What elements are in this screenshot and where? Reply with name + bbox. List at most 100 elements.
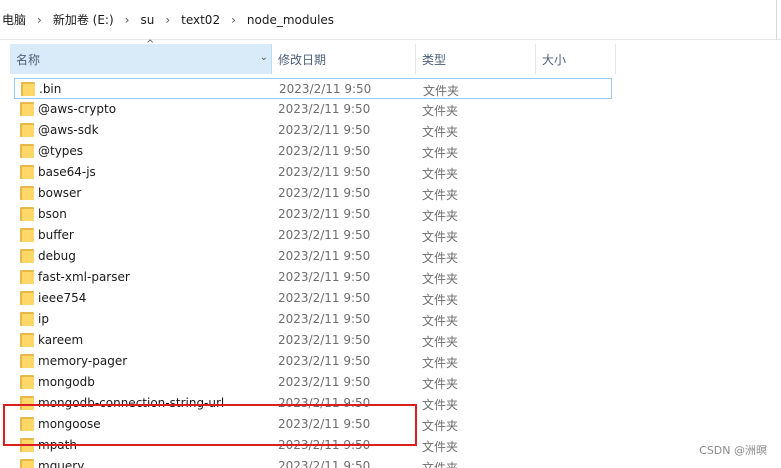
table-row[interactable]: debug 2023/2/11 9:50 文件夹 bbox=[14, 246, 612, 267]
file-type: 文件夹 bbox=[422, 125, 459, 139]
file-type: 文件夹 bbox=[422, 230, 459, 244]
file-name: debug bbox=[38, 249, 76, 263]
folder-icon bbox=[20, 354, 34, 368]
breadcrumb-item[interactable]: 电脑 bbox=[0, 11, 28, 28]
table-row[interactable]: ip 2023/2/11 9:50 文件夹 bbox=[14, 309, 612, 330]
file-modified-date: 2023/2/11 9:50 bbox=[278, 144, 371, 158]
annotation-highlight-box bbox=[3, 404, 417, 446]
folder-icon bbox=[20, 102, 34, 116]
column-header-size-label: 大小 bbox=[542, 52, 567, 67]
table-row[interactable]: mquery 2023/2/11 9:50 文件夹 bbox=[14, 456, 612, 468]
file-name: @aws-sdk bbox=[38, 123, 99, 137]
watermark: CSDN @洲暝 bbox=[699, 444, 767, 457]
file-modified-date: 2023/2/11 9:50 bbox=[278, 102, 371, 116]
file-type: 文件夹 bbox=[422, 419, 459, 433]
folder-icon bbox=[20, 123, 34, 137]
address-bar[interactable]: 电脑 › 新加卷 (E:) › su › text02 › node_modules bbox=[0, 0, 781, 40]
file-name: base64-js bbox=[38, 165, 96, 179]
file-type: 文件夹 bbox=[422, 461, 459, 468]
folder-icon bbox=[20, 459, 34, 468]
file-modified-date: 2023/2/11 9:50 bbox=[278, 249, 371, 263]
file-type: 文件夹 bbox=[422, 440, 459, 454]
file-modified-date: 2023/2/11 9:50 bbox=[278, 333, 371, 347]
file-type: 文件夹 bbox=[422, 251, 459, 265]
table-row[interactable]: base64-js 2023/2/11 9:50 文件夹 bbox=[14, 162, 612, 183]
file-explorer-window: 电脑 › 新加卷 (E:) › su › text02 › node_modules ^ 名称 … bbox=[0, 0, 781, 468]
file-type: 文件夹 bbox=[422, 104, 459, 118]
table-row[interactable]: bson 2023/2/11 9:50 文件夹 bbox=[14, 204, 612, 225]
column-header-type[interactable]: 类型 bbox=[416, 44, 536, 74]
folder-icon bbox=[20, 249, 34, 263]
file-modified-date: 2023/2/11 9:50 bbox=[278, 291, 371, 305]
folder-icon bbox=[20, 228, 34, 242]
column-header-date-label: 修改日期 bbox=[278, 52, 327, 67]
file-name: .bin bbox=[39, 82, 62, 96]
file-name: @aws-crypto bbox=[38, 102, 117, 116]
file-type: 文件夹 bbox=[422, 272, 459, 286]
file-modified-date: 2023/2/11 9:50 bbox=[278, 354, 371, 368]
file-name: memory-pager bbox=[38, 354, 128, 368]
table-row[interactable]: kareem 2023/2/11 9:50 文件夹 bbox=[14, 330, 612, 351]
file-type: 文件夹 bbox=[422, 398, 459, 412]
breadcrumb-separator-icon[interactable]: › bbox=[222, 13, 245, 27]
file-type: 文件夹 bbox=[423, 84, 460, 98]
table-row[interactable]: buffer 2023/2/11 9:50 文件夹 bbox=[14, 225, 612, 246]
file-modified-date: 2023/2/11 9:50 bbox=[278, 375, 371, 389]
chevron-down-icon[interactable]: ⌄ bbox=[260, 52, 268, 63]
file-type: 文件夹 bbox=[422, 356, 459, 370]
table-row[interactable]: @aws-sdk 2023/2/11 9:50 文件夹 bbox=[14, 120, 612, 141]
file-modified-date: 2023/2/11 9:50 bbox=[278, 186, 371, 200]
folder-icon bbox=[20, 333, 34, 347]
file-name: kareem bbox=[38, 333, 84, 347]
table-row[interactable]: .bin 2023/2/11 9:50 文件夹 bbox=[14, 78, 612, 99]
column-header-row: ^ 名称 ⌄ 修改日期 类型 大小 bbox=[0, 39, 781, 74]
table-row[interactable]: mongodb 2023/2/11 9:50 文件夹 bbox=[14, 372, 612, 393]
table-row[interactable]: bowser 2023/2/11 9:50 文件夹 bbox=[14, 183, 612, 204]
file-name: mongodb bbox=[38, 375, 95, 389]
file-type: 文件夹 bbox=[422, 314, 459, 328]
column-header-date[interactable]: 修改日期 bbox=[272, 44, 416, 74]
file-type: 文件夹 bbox=[422, 188, 459, 202]
column-header-name[interactable]: ^ 名称 ⌄ bbox=[10, 39, 272, 74]
file-modified-date: 2023/2/11 9:50 bbox=[278, 270, 371, 284]
file-type: 文件夹 bbox=[422, 167, 459, 181]
folder-icon bbox=[20, 312, 34, 326]
file-name: mquery bbox=[38, 459, 85, 468]
file-type: 文件夹 bbox=[422, 377, 459, 391]
table-row[interactable]: fast-xml-parser 2023/2/11 9:50 文件夹 bbox=[14, 267, 612, 288]
folder-icon bbox=[21, 82, 35, 96]
file-modified-date: 2023/2/11 9:50 bbox=[278, 459, 371, 468]
file-modified-date: 2023/2/11 9:50 bbox=[278, 312, 371, 326]
breadcrumb: 电脑 › 新加卷 (E:) › su › text02 › node_modules bbox=[0, 11, 336, 28]
breadcrumb-separator-icon[interactable]: › bbox=[116, 13, 139, 27]
sort-up-icon: ^ bbox=[146, 39, 155, 50]
file-modified-date: 2023/2/11 9:50 bbox=[278, 165, 371, 179]
file-type: 文件夹 bbox=[422, 335, 459, 349]
file-type: 文件夹 bbox=[422, 293, 459, 307]
file-name: @types bbox=[38, 144, 84, 158]
breadcrumb-separator-icon[interactable]: › bbox=[28, 13, 51, 27]
table-row[interactable]: @types 2023/2/11 9:50 文件夹 bbox=[14, 141, 612, 162]
address-bar-edge bbox=[776, 0, 781, 40]
breadcrumb-item[interactable]: node_modules bbox=[245, 13, 336, 27]
folder-icon bbox=[20, 291, 34, 305]
folder-icon bbox=[20, 207, 34, 221]
breadcrumb-item[interactable]: su bbox=[138, 13, 156, 27]
file-modified-date: 2023/2/11 9:50 bbox=[279, 82, 372, 96]
breadcrumb-item[interactable]: text02 bbox=[179, 13, 222, 27]
breadcrumb-item[interactable]: 新加卷 (E:) bbox=[51, 11, 116, 28]
column-header-name-label: 名称 bbox=[16, 52, 41, 67]
table-row[interactable]: memory-pager 2023/2/11 9:50 文件夹 bbox=[14, 351, 612, 372]
file-name: ip bbox=[38, 312, 49, 326]
breadcrumb-separator-icon[interactable]: › bbox=[156, 13, 179, 27]
column-header-type-label: 类型 bbox=[422, 52, 447, 67]
file-modified-date: 2023/2/11 9:50 bbox=[278, 228, 371, 242]
table-row[interactable]: @aws-crypto 2023/2/11 9:50 文件夹 bbox=[14, 99, 612, 120]
file-type: 文件夹 bbox=[422, 146, 459, 160]
file-name: fast-xml-parser bbox=[38, 270, 130, 284]
table-row[interactable]: ieee754 2023/2/11 9:50 文件夹 bbox=[14, 288, 612, 309]
file-name: ieee754 bbox=[38, 291, 87, 305]
column-header-size[interactable]: 大小 bbox=[536, 44, 616, 74]
folder-icon bbox=[20, 270, 34, 284]
file-name: bowser bbox=[38, 186, 82, 200]
